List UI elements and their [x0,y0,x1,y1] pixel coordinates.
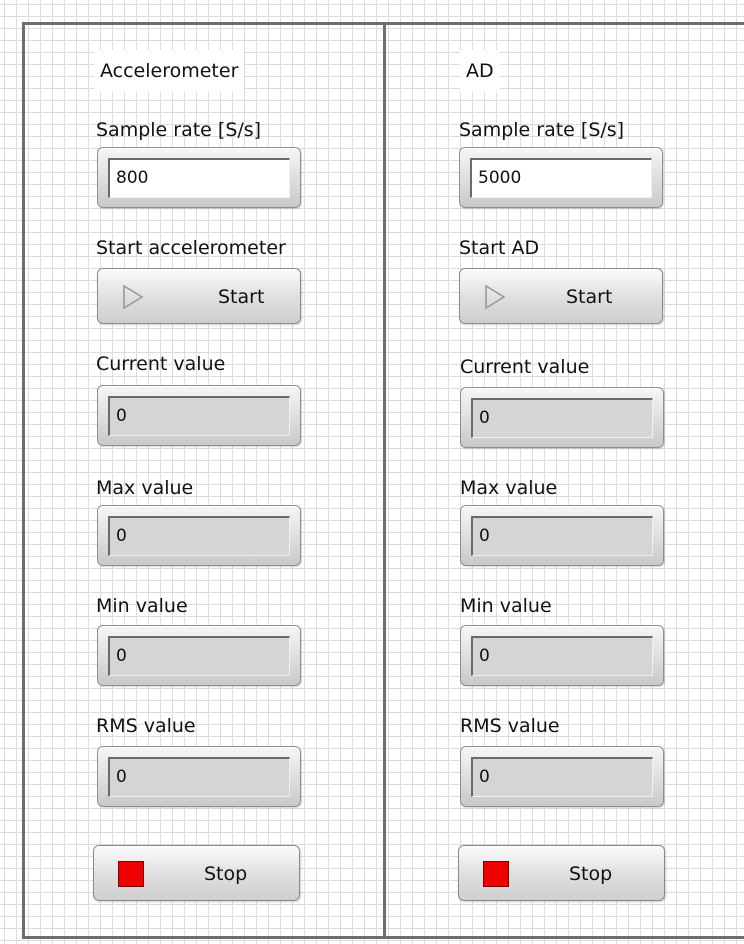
ad-rms-value-label: RMS value [460,715,560,737]
accelerometer-rms-value-label: RMS value [96,715,196,737]
accelerometer-sample-rate-control: 800 [97,147,301,208]
ad-sample-rate-input[interactable]: 5000 [470,158,652,198]
accelerometer-sample-rate-label: Sample rate [S/s] [96,119,262,141]
accelerometer-sample-rate-input[interactable]: 800 [108,158,290,198]
ad-rms-value: 0 [471,757,653,797]
ad-rms-value-indicator: 0 [460,746,664,807]
accelerometer-current-value: 0 [108,396,290,436]
stop-square-icon [118,861,144,887]
stop-ad-button-label: Stop [569,863,613,885]
start-ad-button-label: Start [566,286,613,308]
start-accelerometer-button-label: Start [218,286,265,308]
accelerometer-max-value: 0 [108,516,290,556]
ad-current-value: 0 [471,398,653,438]
accelerometer-min-value-label: Min value [96,595,188,617]
play-icon [485,284,506,310]
accelerometer-title: Accelerometer [94,50,245,92]
ad-min-value: 0 [471,636,653,676]
stop-accelerometer-button-label: Stop [204,863,248,885]
accelerometer-rms-value-indicator: 0 [97,746,301,807]
accelerometer-rms-value: 0 [108,757,290,797]
accelerometer-max-value-label: Max value [96,477,194,499]
ad-min-value-label: Min value [460,595,552,617]
ad-sample-rate-control: 5000 [459,147,663,208]
stop-square-icon [483,861,509,887]
accelerometer-min-value: 0 [108,636,290,676]
ad-max-value-indicator: 0 [460,505,664,566]
accelerometer-start-label: Start accelerometer [96,237,286,259]
ad-start-label: Start AD [459,237,540,259]
ad-current-value-label: Current value [460,356,590,378]
accelerometer-max-value-indicator: 0 [97,505,301,566]
ad-title: AD [460,50,500,92]
ad-max-value: 0 [471,516,653,556]
ad-sample-rate-label: Sample rate [S/s] [459,119,625,141]
accelerometer-current-value-indicator: 0 [97,385,301,446]
start-accelerometer-button[interactable]: Start [97,268,301,324]
play-icon [123,284,144,310]
ad-min-value-indicator: 0 [460,625,664,686]
ad-max-value-label: Max value [460,477,558,499]
ad-current-value-indicator: 0 [460,387,664,448]
start-ad-button[interactable]: Start [459,268,663,324]
stop-accelerometer-button[interactable]: Stop [93,845,300,901]
accelerometer-min-value-indicator: 0 [97,625,301,686]
accelerometer-current-value-label: Current value [96,353,226,375]
stop-ad-button[interactable]: Stop [458,845,665,901]
